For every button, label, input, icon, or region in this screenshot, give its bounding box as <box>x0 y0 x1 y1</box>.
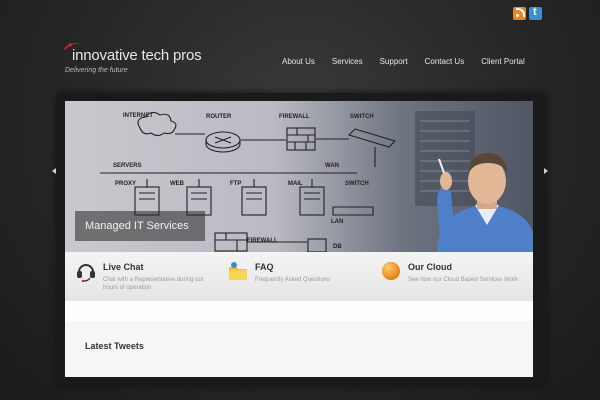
diagram-label-ftp: FTP <box>230 181 241 187</box>
diagram-label-internet: INTERNET <box>123 113 153 119</box>
nav-contact-us[interactable]: Contact Us <box>425 57 465 66</box>
nav-support[interactable]: Support <box>380 57 408 66</box>
tweets-spacer <box>65 301 533 321</box>
slider-prev-arrow-icon[interactable] <box>52 168 56 174</box>
cloud-icon <box>382 262 400 280</box>
nav-services[interactable]: Services <box>332 57 363 66</box>
feature-our-cloud-desc: See how our Cloud Based Services Work <box>408 277 518 283</box>
diagram-label-switch-top: SWITCH <box>350 114 374 120</box>
social-links <box>513 6 542 20</box>
folder-icon <box>229 262 247 280</box>
logo-tagline: Delivering the future <box>65 67 128 74</box>
feature-faq-title: FAQ <box>255 262 274 272</box>
tweets-heading: Latest Tweets <box>85 341 144 351</box>
nav-about-us[interactable]: About Us <box>282 57 315 66</box>
headset-icon <box>77 264 95 282</box>
diagram-label-proxy: PROXY <box>115 181 136 187</box>
slider-next-arrow-icon[interactable] <box>544 168 548 174</box>
features-bar: Live Chat Chat with a Representative dur… <box>65 252 533 301</box>
nav-client-portal[interactable]: Client Portal <box>481 57 525 66</box>
feature-live-chat-title: Live Chat <box>103 262 144 272</box>
twitter-icon[interactable] <box>529 6 542 20</box>
hero-slider[interactable]: INTERNET ROUTER FIREWALL SWITCH SERVERS … <box>65 101 533 252</box>
tweets-section: Latest Tweets <box>65 301 533 377</box>
diagram-label-firewall-bottom: FIREWALL <box>247 238 278 244</box>
feature-faq-desc: Frequently Asked Questions <box>255 277 331 283</box>
main-nav: About Us Services Support Contact Us Cli… <box>282 57 542 66</box>
diagram-label-switch-mid: SWITCH <box>345 181 369 187</box>
diagram-label-mail: MAIL <box>288 181 303 187</box>
feature-live-chat-desc: Chat with a Representative during our ho… <box>103 277 204 291</box>
diagram-label-firewall-top: FIREWALL <box>279 114 310 120</box>
diagram-label-db: DB <box>333 244 342 250</box>
feature-our-cloud-title: Our Cloud <box>408 262 452 272</box>
rss-icon[interactable] <box>513 7 526 20</box>
logo-text: innovative tech pros <box>72 47 202 64</box>
diagram-label-wan: WAN <box>325 163 339 169</box>
diagram-label-lan: LAN <box>331 219 343 225</box>
diagram-label-servers: SERVERS <box>113 163 142 169</box>
slider-caption: Managed IT Services <box>75 211 205 241</box>
diagram-label-router: ROUTER <box>206 114 232 120</box>
diagram-label-web: WEB <box>170 181 185 187</box>
